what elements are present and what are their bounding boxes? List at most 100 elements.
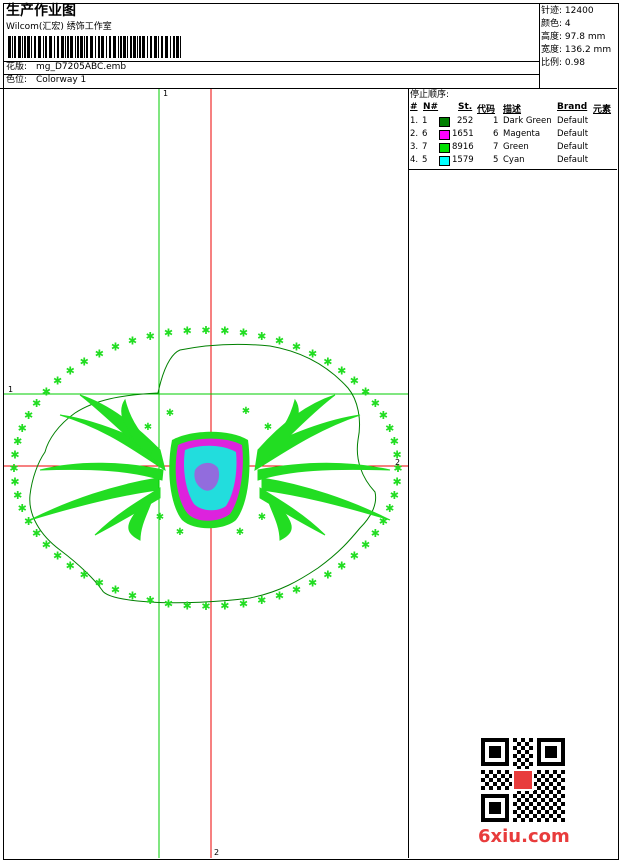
star-icon: ✱ bbox=[385, 422, 394, 435]
col-n: N# bbox=[423, 102, 439, 112]
star-icon: ✱ bbox=[379, 409, 388, 422]
star-icon: ✱ bbox=[292, 340, 301, 353]
star-icon: ✱ bbox=[390, 435, 399, 448]
star-icon: ✱ bbox=[350, 550, 359, 563]
star-icon: ✱ bbox=[156, 512, 164, 523]
star-icon: ✱ bbox=[361, 539, 370, 552]
star-icon: ✱ bbox=[164, 327, 173, 340]
star-icon: ✱ bbox=[220, 325, 229, 338]
star-icon: ✱ bbox=[350, 374, 359, 387]
star-icon: ✱ bbox=[220, 599, 229, 612]
col-brand: Brand bbox=[557, 102, 588, 112]
star-icon: ✱ bbox=[80, 355, 89, 368]
star-icon: ✱ bbox=[183, 325, 192, 338]
star-icon: ✱ bbox=[66, 560, 75, 573]
star-icon: ✱ bbox=[239, 597, 248, 610]
panel-table-bottom bbox=[408, 169, 617, 170]
star-icon: ✱ bbox=[275, 589, 284, 602]
star-icon: ✱ bbox=[242, 406, 250, 417]
star-icon: ✱ bbox=[257, 330, 266, 343]
star-icon: ✱ bbox=[164, 597, 173, 610]
star-icon: ✱ bbox=[390, 489, 399, 502]
star-icon: ✱ bbox=[32, 397, 41, 410]
star-icon: ✱ bbox=[308, 577, 317, 590]
star-icon: ✱ bbox=[275, 335, 284, 348]
company-name: Wilcom(汇宏) 绣饰工作室 bbox=[6, 22, 112, 32]
col-stitches: St. bbox=[458, 102, 473, 112]
axis-label-right: 2 bbox=[395, 458, 401, 467]
color-swatch bbox=[439, 130, 450, 140]
star-icon: ✱ bbox=[53, 374, 62, 387]
watermark-text: 6xiu.com bbox=[478, 826, 570, 847]
star-icon: ✱ bbox=[128, 335, 137, 348]
design-filename: mg_D7205ABC.emb bbox=[36, 62, 127, 72]
axis-label-left: 1 bbox=[8, 385, 14, 394]
star-icon: ✱ bbox=[337, 364, 346, 377]
star-icon: ✱ bbox=[146, 594, 155, 607]
star-icon: ✱ bbox=[308, 347, 317, 360]
star-icon: ✱ bbox=[144, 422, 152, 433]
colorway-label: 色位: bbox=[6, 75, 28, 85]
star-icon: ✱ bbox=[176, 527, 184, 538]
stat-height: 高度: 97.8 mm bbox=[541, 32, 606, 42]
star-icon: ✱ bbox=[9, 462, 18, 475]
star-icon: ✱ bbox=[32, 527, 41, 540]
color-swatch bbox=[439, 117, 450, 127]
barcode bbox=[8, 36, 184, 58]
star-icon: ✱ bbox=[239, 327, 248, 340]
star-icon: ✱ bbox=[337, 560, 346, 573]
star-icon: ✱ bbox=[201, 324, 210, 337]
star-icon: ✱ bbox=[385, 502, 394, 515]
star-icon: ✱ bbox=[80, 569, 89, 582]
star-icon: ✱ bbox=[42, 385, 51, 398]
right-plume bbox=[254, 394, 391, 541]
star-icon: ✱ bbox=[128, 589, 137, 602]
star-icon: ✱ bbox=[53, 550, 62, 563]
star-icon: ✱ bbox=[371, 397, 380, 410]
axis-label-bottom: 2 bbox=[214, 848, 220, 857]
panel-divider bbox=[408, 88, 409, 858]
axis-label-top: 1 bbox=[163, 89, 169, 98]
color-swatch bbox=[439, 143, 450, 153]
star-icon: ✱ bbox=[13, 489, 22, 502]
star-icon: ✱ bbox=[24, 515, 33, 528]
star-icon: ✱ bbox=[323, 569, 332, 582]
design-label: 花版: bbox=[6, 62, 28, 72]
star-icon: ✱ bbox=[13, 435, 22, 448]
stat-scale: 比例: 0.98 bbox=[541, 58, 585, 68]
star-icon: ✱ bbox=[10, 476, 19, 489]
left-plume bbox=[29, 394, 166, 541]
star-icon: ✱ bbox=[323, 355, 332, 368]
col-hash: # bbox=[410, 102, 418, 112]
stat-colors: 颜色: 4 bbox=[541, 19, 571, 29]
star-icon: ✱ bbox=[24, 409, 33, 422]
stop-sequence-title: 停止顺序: bbox=[410, 90, 450, 100]
star-icon: ✱ bbox=[111, 584, 120, 597]
stat-width: 宽度: 136.2 mm bbox=[541, 45, 612, 55]
star-icon: ✱ bbox=[183, 599, 192, 612]
star-icon: ✱ bbox=[18, 422, 27, 435]
star-icon: ✱ bbox=[264, 422, 272, 433]
star-icon: ✱ bbox=[392, 476, 401, 489]
stat-stitches: 针迹: 12400 bbox=[541, 6, 594, 16]
design-canvas: ✱ ✱ ✱ ✱ ✱ ✱ ✱ ✱ ✱ ✱ ✱ ✱ ✱ ✱ ✱ ✱ ✱ ✱ ✱ ✱ ✱ ✱ ✱ ✱ ✱ ✱ ✱ ✱ ✱ ✱ ✱ ✱ ✱ ✱ ✱ ✱ ✱ ✱ ✱ ✱… bbox=[4, 89, 408, 858]
star-icon: ✱ bbox=[257, 594, 266, 607]
star-icon: ✱ bbox=[361, 385, 370, 398]
star-icon: ✱ bbox=[146, 330, 155, 343]
color-swatch bbox=[439, 156, 450, 166]
star-icon: ✱ bbox=[201, 600, 210, 613]
star-icon: ✱ bbox=[111, 340, 120, 353]
star-icon: ✱ bbox=[166, 408, 174, 419]
star-icon: ✱ bbox=[236, 527, 244, 538]
col-element: 元素 bbox=[593, 105, 612, 115]
star-icon: ✱ bbox=[371, 527, 380, 540]
col-code: 代码 bbox=[477, 105, 496, 115]
stats-divider bbox=[539, 3, 540, 88]
star-icon: ✱ bbox=[18, 502, 27, 515]
colorway-value: Colorway 1 bbox=[36, 75, 87, 85]
col-desc: 描述 bbox=[503, 105, 522, 115]
star-icon: ✱ bbox=[95, 347, 104, 360]
star-icon: ✱ bbox=[42, 539, 51, 552]
page-title: 生产作业图 bbox=[6, 3, 76, 19]
star-icon: ✱ bbox=[66, 364, 75, 377]
